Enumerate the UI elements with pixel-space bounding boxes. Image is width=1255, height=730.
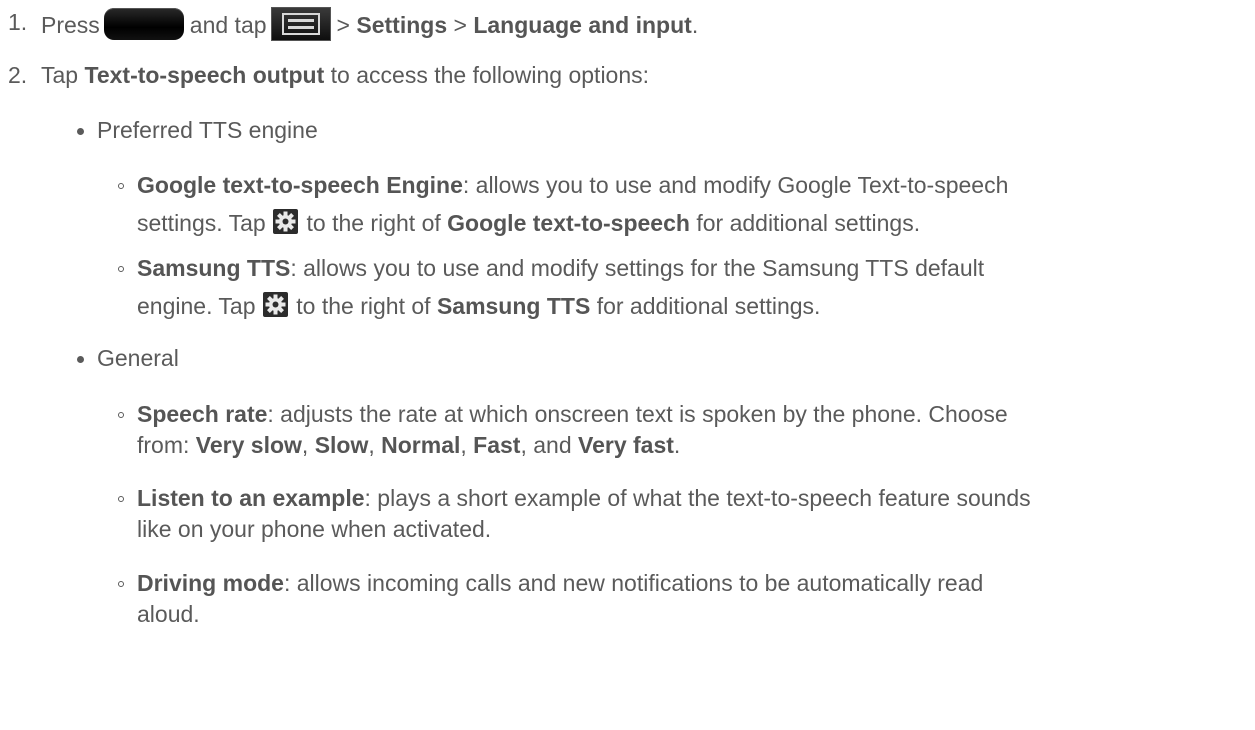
listen-line-1: Listen to an example: plays a short exam… bbox=[137, 483, 1031, 513]
speech-rate-opt-normal: Normal bbox=[381, 432, 461, 458]
speech-rate-desc-1: : adjusts the rate at which onscreen tex… bbox=[267, 401, 1008, 427]
driving-line-1: Driving mode: allows incoming calls and … bbox=[137, 568, 983, 598]
step-1-text: Press and tap > Settings > Language and in… bbox=[41, 7, 698, 41]
samsung-line-2-a: engine. Tap bbox=[137, 293, 256, 319]
step-1-number: 1. bbox=[8, 9, 28, 35]
listen-line-2: like on your phone when activated. bbox=[137, 516, 492, 542]
google-line-2: settings. Tap to the right of Google tex… bbox=[137, 208, 920, 238]
speech-rate-comma-2: , bbox=[368, 432, 375, 458]
step-1-language-input: Language and input bbox=[473, 12, 692, 38]
driving-line-2: aloud. bbox=[137, 601, 200, 627]
step-2-text: Tap Text-to-speech output to access the … bbox=[41, 60, 649, 90]
speech-rate-term: Speech rate bbox=[137, 401, 268, 427]
driving-term: Driving mode bbox=[137, 570, 284, 596]
samsung-desc-1: : allows you to use and modify settings … bbox=[290, 255, 985, 281]
section-general-title: General bbox=[97, 345, 179, 371]
step-1-sep-1: > bbox=[336, 12, 350, 38]
speech-rate-and: , and bbox=[520, 432, 572, 458]
step-2-rest: to access the following options: bbox=[330, 62, 650, 88]
listen-desc-1: : plays a short example of what the text… bbox=[364, 485, 1031, 511]
speech-rate-from: from: bbox=[137, 432, 190, 458]
samsung-term: Samsung TTS bbox=[137, 255, 291, 281]
speech-rate-opt-slow: Slow bbox=[314, 432, 369, 458]
samsung-line-2-c: for additional settings. bbox=[596, 293, 821, 319]
home-key-icon bbox=[103, 8, 184, 40]
speech-rate-opt-very-slow: Very slow bbox=[195, 432, 302, 458]
google-line-2-b: to the right of bbox=[306, 210, 441, 236]
google-line-2-c: for additional settings. bbox=[696, 210, 921, 236]
circle-bullet-google bbox=[118, 183, 124, 189]
bullet-preferred bbox=[77, 128, 84, 135]
google-line-1: Google text-to-speech Engine: allows you… bbox=[137, 170, 1008, 200]
google-line-2-a: settings. Tap bbox=[137, 210, 266, 236]
gear-icon bbox=[262, 292, 288, 317]
driving-desc-1: : allows incoming calls and new notifica… bbox=[283, 570, 984, 596]
speech-rate-line-2: from: Very slow, Slow, Normal, Fast, and… bbox=[137, 430, 680, 460]
gear-icon bbox=[273, 209, 299, 234]
menu-key-icon bbox=[270, 7, 331, 41]
samsung-line-2: engine. Tap to the right of Samsung TTS … bbox=[137, 291, 820, 321]
circle-bullet-driving bbox=[118, 581, 124, 587]
step-1-settings: Settings bbox=[356, 12, 448, 38]
speech-rate-opt-very-fast: Very fast bbox=[578, 432, 674, 458]
samsung-line-2-term: Samsung TTS bbox=[436, 293, 591, 319]
google-line-2-term: Google text-to-speech bbox=[447, 210, 690, 236]
speech-rate-comma-1: , bbox=[301, 432, 309, 458]
step-2-tap: Tap bbox=[41, 62, 79, 88]
step-2-number: 2. bbox=[8, 62, 28, 88]
step-1-sep-2: > bbox=[453, 12, 467, 38]
samsung-line-1: Samsung TTS: allows you to use and modif… bbox=[137, 253, 984, 283]
step-2-tts-output: Text-to-speech output bbox=[84, 62, 325, 88]
step-1-press: Press bbox=[41, 12, 100, 38]
bullet-general bbox=[77, 356, 84, 363]
section-preferred-title: Preferred TTS engine bbox=[97, 117, 318, 143]
speech-rate-end: . bbox=[673, 432, 681, 458]
speech-rate-line-1: Speech rate: adjusts the rate at which o… bbox=[137, 399, 1008, 429]
samsung-line-2-b: to the right of bbox=[296, 293, 431, 319]
listen-term: Listen to an example bbox=[137, 485, 365, 511]
circle-bullet-samsung bbox=[118, 266, 124, 272]
step-1-and-tap: and tap bbox=[189, 12, 267, 38]
step-1-end: . bbox=[691, 12, 699, 38]
circle-bullet-listen bbox=[118, 496, 124, 502]
google-desc-1: : allows you to use and modify Google Te… bbox=[462, 172, 1009, 198]
speech-rate-opt-fast: Fast bbox=[473, 432, 521, 458]
speech-rate-comma-3: , bbox=[460, 432, 467, 458]
google-term: Google text-to-speech Engine bbox=[137, 172, 463, 198]
circle-bullet-speech-rate bbox=[118, 412, 124, 418]
